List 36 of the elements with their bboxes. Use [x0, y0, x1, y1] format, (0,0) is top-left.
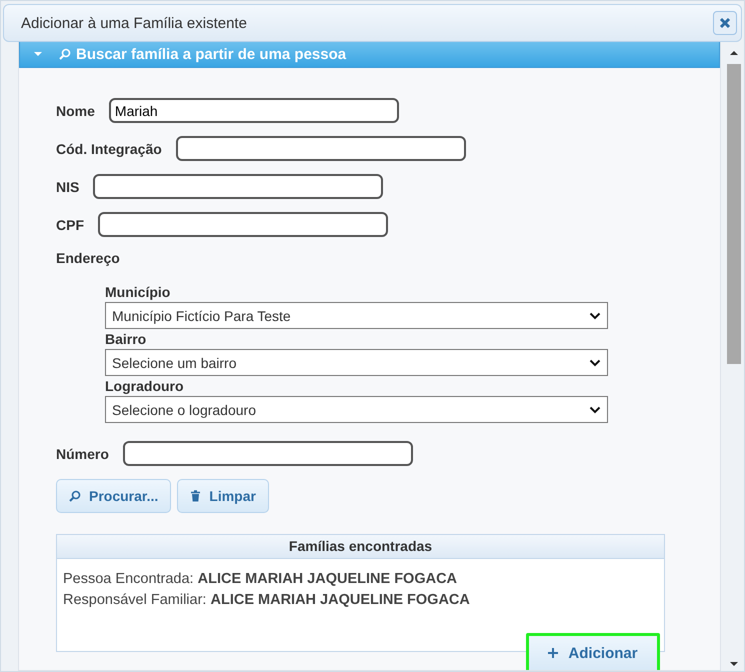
- scroll-down-icon[interactable]: [730, 661, 738, 667]
- input-field[interactable]: [176, 136, 466, 161]
- search-icon: [59, 48, 71, 60]
- dropdown[interactable]: Selecione um bairro: [105, 349, 608, 376]
- address-label: Endereço: [56, 250, 121, 266]
- results-header: Famílias encontradas: [57, 535, 664, 559]
- scroll-up-icon[interactable]: [730, 50, 738, 56]
- chevron-icon: [589, 312, 601, 320]
- caret-icon: [34, 50, 42, 58]
- action-button[interactable]: Procurar...: [56, 479, 172, 513]
- select-label: Logradouro: [105, 377, 185, 396]
- field-label: NIS: [56, 178, 80, 194]
- field-label: Nome: [56, 102, 95, 118]
- action-button[interactable]: Limpar: [177, 479, 269, 513]
- field-label: CPF: [56, 216, 84, 232]
- input-field[interactable]: Mariah: [108, 98, 399, 123]
- close-icon: [719, 17, 731, 29]
- search-icon: [69, 490, 81, 502]
- result-text: Pessoa Encontrada: ALICE MARIAH JAQUELINE FOGACA: [63, 570, 458, 589]
- input-field[interactable]: [98, 212, 388, 237]
- chevron-icon: [589, 358, 601, 366]
- trash-icon: [190, 490, 202, 502]
- add-button[interactable]: Adicionar: [526, 633, 660, 670]
- input-field[interactable]: [122, 441, 413, 466]
- select-label: Município: [105, 283, 172, 302]
- field-label: Número: [56, 446, 109, 462]
- dropdown[interactable]: Selecione o logradouro: [105, 396, 608, 423]
- field-label: Cód. Integração: [56, 140, 162, 156]
- chevron-icon: [589, 406, 601, 414]
- dropdown[interactable]: Município Fictício Para Teste: [105, 302, 608, 329]
- close-button[interactable]: [713, 11, 737, 35]
- result-text: Responsável Familiar: ALICE MARIAH JAQUELINE FOGACA: [63, 591, 471, 610]
- dialog-title: Adicionar à uma Família existente: [21, 14, 247, 32]
- plus-icon: [548, 648, 558, 658]
- input-field[interactable]: [93, 174, 384, 199]
- select-label: Bairro: [105, 330, 148, 349]
